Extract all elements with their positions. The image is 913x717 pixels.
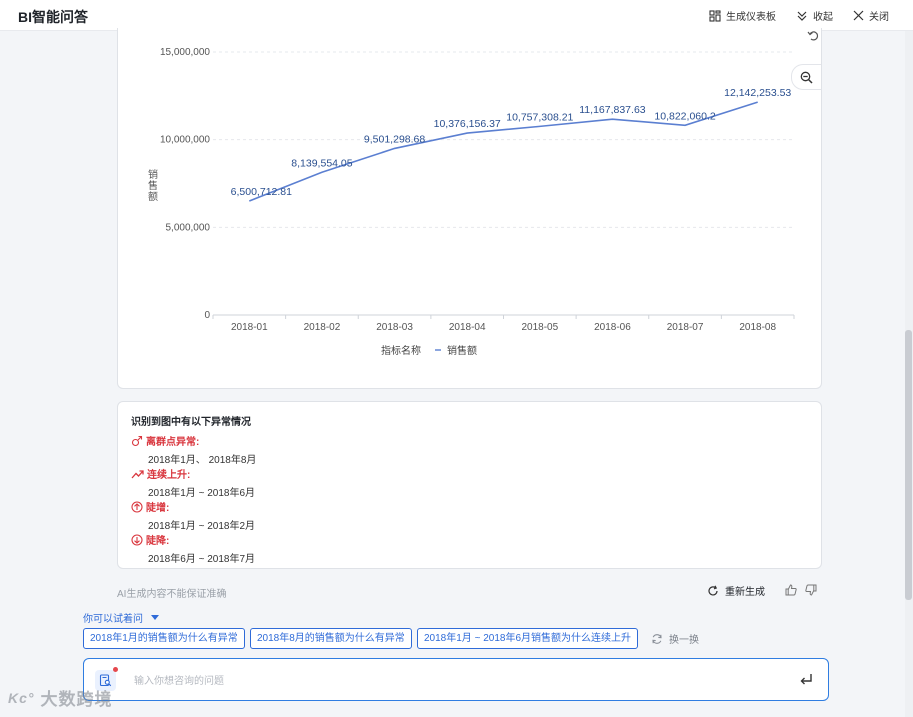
double-chevron-down-icon — [797, 11, 807, 21]
regenerate-label: 重新生成 — [725, 587, 765, 598]
x-tick-label: 2018-04 — [449, 322, 486, 333]
trend-up-icon — [131, 469, 144, 478]
dashboard-icon — [709, 9, 721, 22]
suggestion-chip[interactable]: 2018年8月的销售额为什么有异常 — [250, 628, 412, 649]
top-actions: 生成仪表板 收起 关闭 — [689, 0, 889, 31]
anomaly-title: 识别到图中有以下异常情况 — [131, 417, 251, 428]
close-icon — [853, 10, 864, 21]
x-tick-label: 2018-06 — [594, 322, 631, 333]
refresh-icon — [708, 585, 718, 595]
collapse-button[interactable]: 收起 — [796, 8, 833, 23]
thumbs-down-button[interactable] — [805, 584, 817, 599]
watermark: Kc° 大数跨境 — [8, 685, 113, 710]
surge-up-icon — [131, 500, 143, 513]
data-label: 10,757,308.21 — [506, 111, 573, 123]
data-label: 12,142,253.53 — [724, 87, 791, 99]
anomaly-type: 陡增: — [146, 503, 170, 514]
outlier-icon — [131, 435, 143, 446]
line-chart: 0 5,000,000 10,000,000 15,000,000 2018-01 201… — [148, 47, 795, 357]
anomaly-type: 离群点异常: — [146, 437, 200, 448]
data-label: 11,167,837.63 — [579, 104, 646, 116]
collapse-label: 收起 — [813, 12, 833, 23]
x-tick-label: 2018-01 — [231, 322, 268, 333]
anomaly-item-continuous-rise: 连续上升: 2018年1月 ~ 2018年6月 — [131, 466, 255, 499]
swap-label: 换一换 — [669, 635, 699, 646]
x-tick-label: 2018-05 — [521, 322, 558, 333]
suggestion-chip[interactable]: 2018年1月 ~ 2018年6月销售额为什么连续上升 — [417, 628, 639, 649]
x-tick-label: 2018-02 — [304, 322, 341, 333]
data-label: 8,139,554.05 — [291, 157, 352, 169]
anomaly-type: 连续上升: — [147, 470, 191, 481]
data-label: 10,376,156.37 — [434, 118, 501, 130]
anomaly-range: 2018年1月 ~ 2018年2月 — [148, 521, 256, 532]
anomaly-item-surge-up: 陡增: 2018年1月 ~ 2018年2月 — [131, 499, 255, 532]
close-label: 关闭 — [869, 12, 889, 23]
y-axis-label: 额 — [148, 190, 158, 203]
regenerate-button[interactable]: 重新生成 — [707, 583, 765, 598]
anomaly-range: 2018年6月 ~ 2018年7月 — [148, 554, 256, 565]
anomaly-item-outlier: 离群点异常: 2018年1月、 2018年8月 — [131, 433, 256, 466]
refresh-icon — [652, 633, 662, 644]
y-tick-label: 0 — [204, 310, 210, 321]
anomaly-card: 识别到图中有以下异常情况 离群点异常: 2018年1月、 2018年8月 连续上… — [117, 401, 822, 569]
y-tick-label: 5,000,000 — [166, 222, 211, 233]
chart-zoom-button[interactable] — [791, 64, 821, 90]
send-button[interactable] — [799, 672, 813, 689]
legend-item: 销售额 — [447, 344, 477, 357]
x-tick-label: 2018-07 — [667, 322, 704, 333]
anomaly-type: 陡降: — [146, 536, 170, 547]
question-input[interactable] — [134, 671, 774, 691]
zoom-out-icon — [800, 71, 813, 84]
question-input-box — [83, 658, 829, 701]
scrollbar-thumb[interactable] — [905, 330, 912, 600]
app-title: BI智能问答 — [18, 9, 88, 25]
watermark-logo: Kc° — [8, 689, 35, 706]
x-tick-label: 2018-08 — [739, 322, 776, 333]
chart-reset-button[interactable] — [806, 28, 820, 42]
legend-title: 指标名称 — [381, 344, 421, 357]
close-button[interactable]: 关闭 — [853, 8, 889, 23]
undo-icon — [807, 31, 819, 41]
suggestions-toggle[interactable]: 你可以试着问 — [83, 610, 159, 625]
ai-disclaimer: AI生成内容不能保证准确 — [117, 589, 227, 600]
thumbs-down-icon — [805, 584, 817, 596]
y-tick-label: 15,000,000 — [160, 47, 210, 58]
generate-dashboard-button[interactable]: 生成仪表板 — [709, 8, 776, 23]
notification-dot — [113, 667, 118, 672]
generate-dashboard-label: 生成仪表板 — [726, 12, 776, 23]
anomaly-range: 2018年1月、 2018年8月 — [148, 455, 257, 466]
chart-card: 0 5,000,000 10,000,000 15,000,000 2018-01 201… — [117, 28, 822, 389]
enter-icon — [800, 674, 812, 685]
data-label: 6,500,712.81 — [231, 186, 292, 198]
data-label: 10,822,060.2 — [654, 110, 715, 122]
data-label: 9,501,298.68 — [364, 133, 425, 145]
y-axis-label: 销 — [148, 168, 158, 181]
swap-suggestions-button[interactable]: 换一换 — [651, 631, 699, 646]
suggestions-label: 你可以试着问 — [83, 614, 143, 625]
anomaly-range: 2018年1月 ~ 2018年6月 — [148, 488, 256, 499]
suggestion-chip[interactable]: 2018年1月的销售额为什么有异常 — [83, 628, 245, 649]
y-axis-label: 售 — [148, 179, 158, 192]
caret-down-icon — [151, 615, 159, 620]
watermark-text: 大数跨境 — [40, 690, 113, 709]
top-bar: BI智能问答 生成仪表板 收起 关闭 — [0, 0, 913, 31]
thumbs-up-button[interactable] — [785, 584, 797, 599]
thumbs-up-icon — [785, 584, 797, 596]
x-tick-label: 2018-03 — [376, 322, 413, 333]
surge-down-icon — [131, 533, 143, 546]
y-tick-label: 10,000,000 — [160, 135, 210, 146]
anomaly-item-surge-down: 陡降: 2018年6月 ~ 2018年7月 — [131, 532, 255, 565]
